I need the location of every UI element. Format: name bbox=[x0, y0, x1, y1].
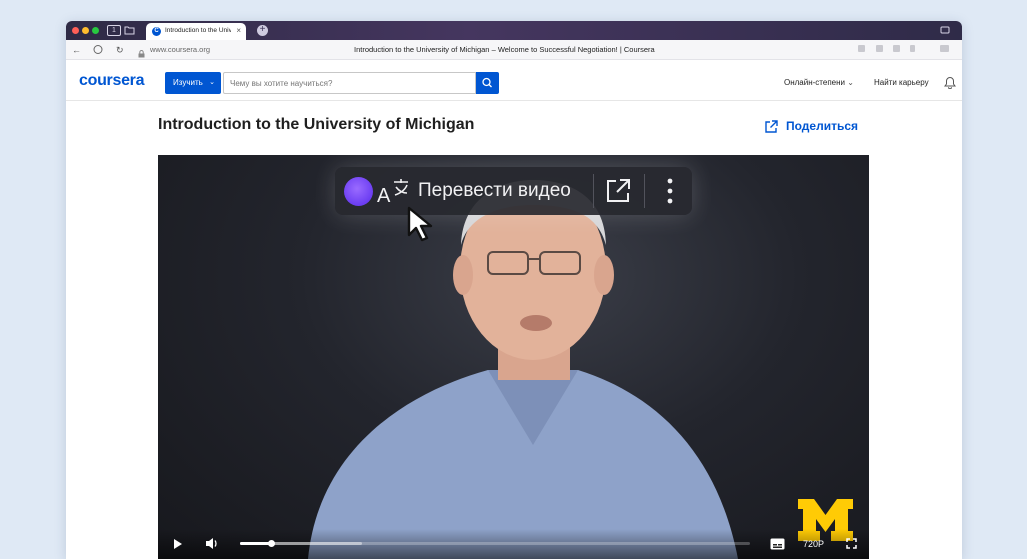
explore-button[interactable]: Изучить ⌄ bbox=[165, 72, 221, 94]
site-header: coursera Изучить ⌄ Онлайн-степени ⌄ Найт… bbox=[66, 61, 962, 101]
translate-icon: A bbox=[377, 179, 408, 206]
close-window-button[interactable] bbox=[72, 27, 79, 34]
quality-selector[interactable]: 720P bbox=[803, 539, 824, 549]
svg-text:A: A bbox=[377, 185, 391, 206]
progress-handle[interactable] bbox=[267, 540, 275, 547]
more-icon[interactable] bbox=[667, 178, 673, 204]
alice-icon[interactable] bbox=[344, 177, 373, 206]
course-title: Introduction to the University of Michig… bbox=[158, 116, 475, 133]
shield-icon[interactable] bbox=[93, 44, 103, 58]
progress-played bbox=[240, 542, 271, 545]
volume-icon[interactable] bbox=[205, 537, 219, 550]
downloads-icon[interactable] bbox=[940, 45, 949, 52]
search-input[interactable] bbox=[223, 72, 476, 94]
play-icon[interactable] bbox=[173, 538, 183, 550]
window-page-title: Introduction to the University of Michig… bbox=[354, 45, 655, 54]
search-button[interactable] bbox=[476, 72, 499, 94]
lock-icon bbox=[138, 45, 145, 58]
address-bar: ← ↻ www.coursera.org Introduction to the… bbox=[66, 40, 962, 60]
share-icon bbox=[765, 120, 778, 133]
explore-label: Изучить bbox=[173, 78, 203, 87]
tab-bar: 1 C Introduction to the University of Mi… bbox=[66, 21, 962, 40]
window-menu-icon[interactable] bbox=[940, 25, 950, 36]
chevron-down-icon: ⌄ bbox=[209, 79, 215, 86]
coursera-favicon-icon: C bbox=[152, 27, 161, 36]
share-label: Поделиться bbox=[786, 119, 859, 133]
toolbar-divider bbox=[644, 174, 645, 208]
video-player[interactable]: A Перевести видео 720P bbox=[158, 155, 869, 559]
folder-icon[interactable] bbox=[124, 25, 135, 36]
tab-active[interactable]: C Introduction to the University of Mich… bbox=[146, 23, 246, 40]
online-degrees-link[interactable]: Онлайн-степени ⌄ bbox=[784, 78, 854, 87]
fullscreen-icon[interactable] bbox=[846, 538, 857, 549]
reader-icon[interactable] bbox=[893, 45, 900, 52]
translate-video-toolbar[interactable]: A Перевести видео bbox=[335, 167, 692, 215]
coursera-logo[interactable]: coursera bbox=[79, 72, 145, 90]
search-icon bbox=[482, 77, 492, 88]
reload-icon[interactable]: ↻ bbox=[116, 44, 124, 56]
tab-title: Introduction to the University of Michig… bbox=[165, 27, 231, 34]
progress-bar[interactable] bbox=[240, 540, 750, 547]
bookmark-icon[interactable] bbox=[910, 45, 915, 52]
back-icon[interactable]: ← bbox=[72, 44, 81, 56]
find-career-link[interactable]: Найти карьеру bbox=[874, 78, 929, 87]
open-external-icon[interactable] bbox=[605, 178, 631, 204]
translate-page-icon[interactable] bbox=[876, 45, 883, 52]
toolbar-divider bbox=[593, 174, 594, 208]
video-controls: 720P bbox=[158, 529, 869, 559]
bell-icon[interactable] bbox=[944, 76, 956, 89]
url-text[interactable]: www.coursera.org bbox=[150, 45, 210, 54]
minimize-window-button[interactable] bbox=[82, 27, 89, 34]
tab-close-icon[interactable]: × bbox=[236, 26, 241, 35]
mouse-cursor-icon bbox=[407, 206, 433, 242]
video-frame-image bbox=[308, 180, 738, 559]
tab-count-icon[interactable]: 1 bbox=[107, 25, 121, 36]
browser-window: 1 C Introduction to the University of Mi… bbox=[66, 21, 962, 559]
subtitles-icon[interactable] bbox=[770, 538, 785, 550]
translate-video-label[interactable]: Перевести видео bbox=[418, 180, 571, 202]
maximize-window-button[interactable] bbox=[92, 27, 99, 34]
extension-icon[interactable] bbox=[858, 45, 865, 52]
new-tab-icon[interactable]: + bbox=[257, 25, 268, 36]
